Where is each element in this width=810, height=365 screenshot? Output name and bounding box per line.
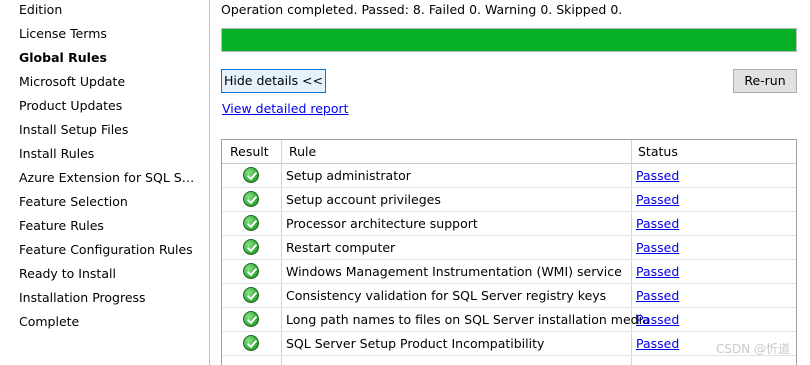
column-header-result[interactable]: Result bbox=[230, 140, 269, 163]
table-row: Processor architecture support Passed bbox=[222, 212, 796, 236]
rule-name: Setup administrator bbox=[286, 168, 411, 183]
column-header-status[interactable]: Status bbox=[638, 140, 678, 163]
check-circle-icon bbox=[243, 167, 259, 183]
sidebar-item-feature-selection[interactable]: Feature Selection bbox=[19, 191, 195, 215]
check-circle-icon bbox=[243, 215, 259, 231]
status-link[interactable]: Passed bbox=[636, 260, 679, 283]
table-row: Consistency validation for SQL Server re… bbox=[222, 284, 796, 308]
sidebar-item-feature-configuration-rules[interactable]: Feature Configuration Rules bbox=[19, 239, 195, 263]
watermark: CSDN @忻道 bbox=[716, 342, 791, 356]
status-link[interactable]: Passed bbox=[636, 332, 679, 355]
rule-name: Restart computer bbox=[286, 240, 396, 255]
sidebar-item-edition[interactable]: Edition bbox=[19, 0, 195, 23]
operation-summary: Operation completed. Passed: 8. Failed 0… bbox=[221, 2, 623, 17]
check-circle-icon bbox=[243, 191, 259, 207]
rule-name: SQL Server Setup Product Incompatibility bbox=[286, 336, 545, 351]
status-link[interactable]: Passed bbox=[636, 164, 679, 187]
rule-name: Processor architecture support bbox=[286, 216, 478, 231]
sidebar-item-azure-extension[interactable]: Azure Extension for SQL Ser... bbox=[19, 167, 195, 191]
rule-name: Consistency validation for SQL Server re… bbox=[286, 288, 607, 303]
status-link[interactable]: Passed bbox=[636, 188, 679, 211]
check-circle-icon bbox=[243, 287, 259, 303]
rules-results-table: Result Rule Status Setup administrator Pa… bbox=[221, 139, 797, 365]
sidebar-item-license-terms[interactable]: License Terms bbox=[19, 23, 195, 47]
rule-name: Long path names to files on SQL Server i… bbox=[286, 312, 650, 327]
column-header-rule[interactable]: Rule bbox=[289, 140, 316, 163]
check-circle-icon bbox=[243, 311, 259, 327]
progress-bar-fill bbox=[222, 29, 796, 51]
status-link[interactable]: Passed bbox=[636, 236, 679, 259]
check-circle-icon bbox=[243, 239, 259, 255]
sidebar-item-microsoft-update[interactable]: Microsoft Update bbox=[19, 71, 195, 95]
table-row: Setup account privileges Passed bbox=[222, 188, 796, 212]
sidebar-item-global-rules[interactable]: Global Rules bbox=[19, 47, 195, 71]
check-circle-icon bbox=[243, 335, 259, 351]
status-link[interactable]: Passed bbox=[636, 308, 679, 331]
status-link[interactable]: Passed bbox=[636, 212, 679, 235]
table-row: Setup administrator Passed bbox=[222, 164, 796, 188]
sidebar-item-complete[interactable]: Complete bbox=[19, 311, 195, 335]
progress-bar bbox=[221, 28, 797, 52]
table-header: Result Rule Status bbox=[222, 140, 796, 164]
sidebar-item-product-updates[interactable]: Product Updates bbox=[19, 95, 195, 119]
table-row: Long path names to files on SQL Server i… bbox=[222, 308, 796, 332]
sidebar-item-install-setup-files[interactable]: Install Setup Files bbox=[19, 119, 195, 143]
table-row: SQL Server Setup Product Incompatibility… bbox=[222, 332, 796, 356]
sidebar-item-install-rules[interactable]: Install Rules bbox=[19, 143, 195, 167]
setup-steps-sidebar: Edition License Terms Global Rules Micro… bbox=[0, 0, 209, 365]
status-link[interactable]: Passed bbox=[636, 284, 679, 307]
rerun-button[interactable]: Re-run bbox=[733, 69, 797, 93]
sidebar-item-installation-progress[interactable]: Installation Progress bbox=[19, 287, 195, 311]
check-circle-icon bbox=[243, 263, 259, 279]
sidebar-divider bbox=[209, 0, 210, 365]
sidebar-item-feature-rules[interactable]: Feature Rules bbox=[19, 215, 195, 239]
sidebar-item-ready-to-install[interactable]: Ready to Install bbox=[19, 263, 195, 287]
rule-name: Windows Management Instrumentation (WMI)… bbox=[286, 264, 622, 279]
view-detailed-report-link[interactable]: View detailed report bbox=[222, 100, 349, 118]
table-row: Windows Management Instrumentation (WMI)… bbox=[222, 260, 796, 284]
hide-details-button[interactable]: Hide details << bbox=[221, 69, 326, 93]
rule-name: Setup account privileges bbox=[286, 192, 441, 207]
table-row: Restart computer Passed bbox=[222, 236, 796, 260]
